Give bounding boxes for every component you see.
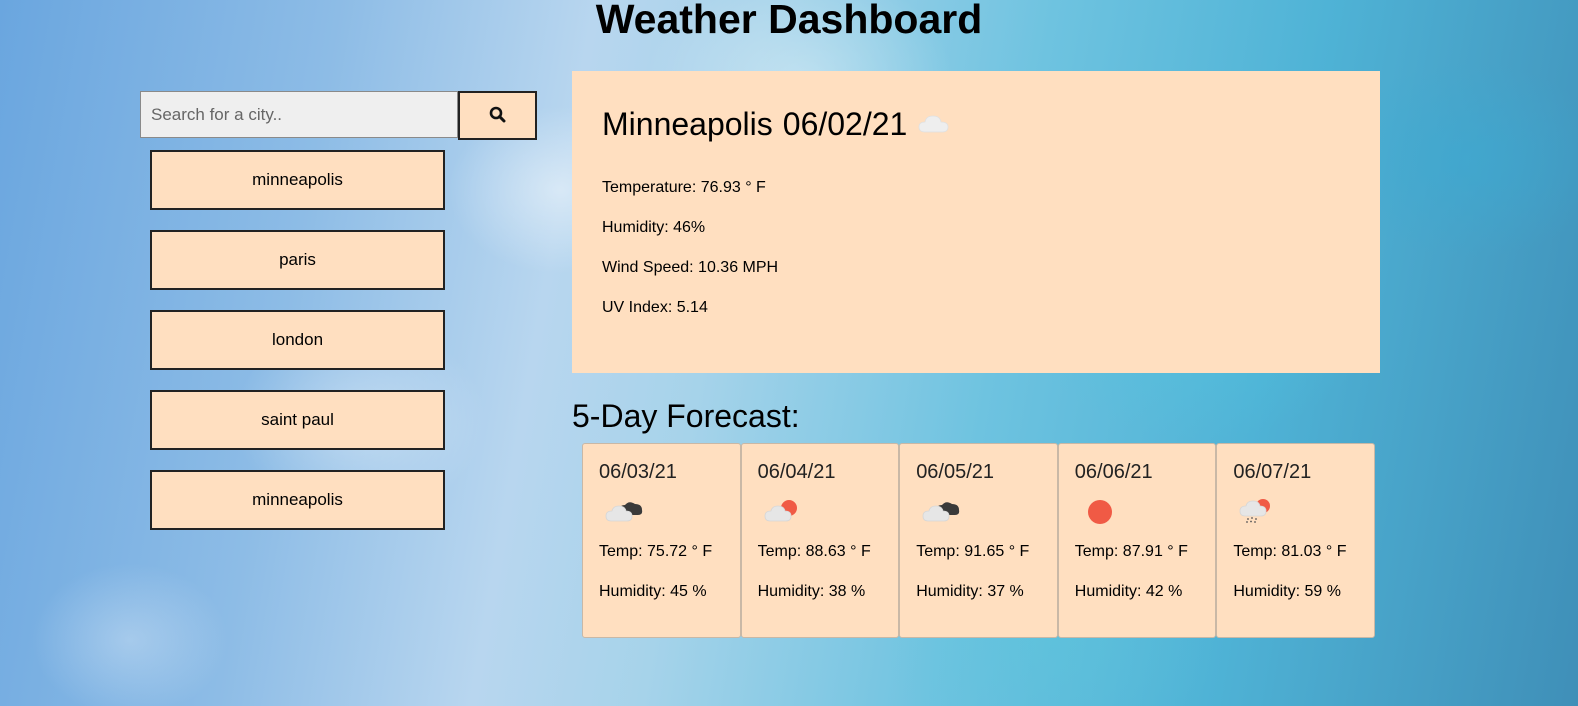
forecast-card: 06/07/21 Temp: 81.03 ° F Humidity: 59 %: [1216, 443, 1375, 638]
forecast-temp: Temp: 88.63 ° F: [757, 543, 871, 560]
forecast-humidity: Humidity: 42 %: [1074, 583, 1183, 600]
forecast-title: 5-Day Forecast:: [572, 398, 800, 434]
current-weather-card: Minneapolis 06/02/21 Temperature: 76.93 …: [572, 71, 1380, 373]
history-item-minneapolis[interactable]: minneapolis: [150, 150, 445, 210]
forecast-card: 06/03/21 Temp: 75.72 ° F Humidity: 45 %: [582, 443, 741, 638]
forecast-date: 06/06/21: [1074, 461, 1153, 483]
forecast-humidity: Humidity: 59 %: [1233, 583, 1341, 600]
current-uv-index: UV Index: 5.14: [602, 299, 708, 316]
history-item-paris[interactable]: paris: [150, 230, 445, 290]
search-input[interactable]: [140, 91, 458, 138]
clear-sky-icon: [1081, 497, 1121, 530]
forecast-temp: Temp: 81.03 ° F: [1233, 543, 1347, 560]
forecast-temp: Temp: 91.65 ° F: [916, 543, 1030, 560]
current-wind-speed: Wind Speed: 10.36 MPH: [602, 259, 779, 276]
forecast-card: 06/05/21 Temp: 91.65 ° F Humidity: 37 %: [899, 443, 1058, 638]
forecast-humidity: Humidity: 45 %: [599, 583, 707, 600]
current-city: Minneapolis: [602, 106, 773, 142]
broken-clouds-icon: [605, 497, 645, 530]
forecast-row: 06/03/21 Temp: 75.72 ° F Humidity: 45 % …: [582, 443, 1375, 638]
few-clouds-icon: [764, 497, 804, 530]
rain-icon: [1239, 497, 1279, 530]
page-title: Weather Dashboard: [595, 0, 983, 42]
forecast-temp: Temp: 87.91 ° F: [1074, 543, 1188, 560]
search-history: minneapolis paris london saint paul minn…: [150, 150, 445, 550]
forecast-humidity: Humidity: 38 %: [757, 583, 866, 600]
search-bar: [140, 91, 537, 140]
search-icon: [489, 106, 506, 126]
forecast-date: 06/07/21: [1233, 461, 1312, 483]
history-item-london[interactable]: london: [150, 310, 445, 370]
history-item-saint-paul[interactable]: saint paul: [150, 390, 445, 450]
current-temperature: Temperature: 76.93 ° F: [602, 179, 766, 196]
history-item-minneapolis-2[interactable]: minneapolis: [150, 470, 445, 530]
forecast-date: 06/03/21: [599, 461, 677, 483]
forecast-temp: Temp: 75.72 ° F: [599, 543, 713, 560]
cloud-icon: [917, 112, 951, 136]
forecast-card: 06/04/21 Temp: 88.63 ° F Humidity: 38 %: [740, 443, 900, 638]
current-weather-heading: Minneapolis 06/02/21: [602, 104, 1350, 144]
forecast-date: 06/05/21: [916, 461, 995, 483]
forecast-card: 06/06/21 Temp: 87.91 ° F Humidity: 42 %: [1057, 443, 1217, 638]
broken-clouds-icon: [922, 497, 962, 530]
current-humidity: Humidity: 46%: [602, 219, 706, 236]
forecast-date: 06/04/21: [757, 461, 836, 483]
search-button[interactable]: [458, 91, 537, 140]
forecast-humidity: Humidity: 37 %: [916, 583, 1024, 600]
current-date: 06/02/21: [782, 106, 908, 142]
